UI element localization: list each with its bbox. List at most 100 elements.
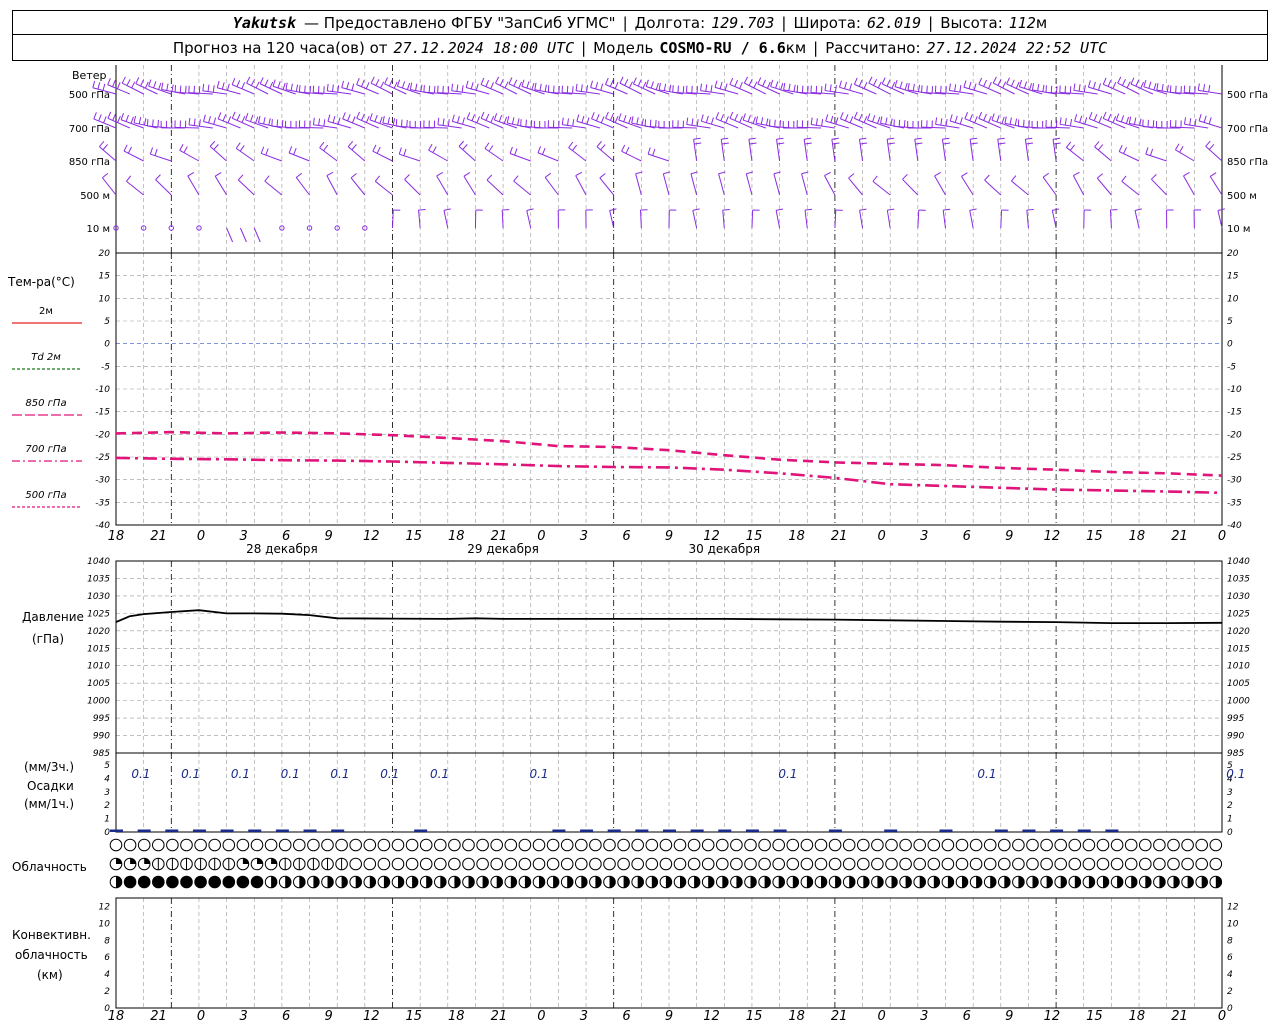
cloud-symbol xyxy=(716,857,729,871)
wind-barb-flag xyxy=(525,119,527,127)
wind-barb-flag xyxy=(372,144,377,152)
cloud-symbol xyxy=(1096,857,1110,871)
precip-value-label: 0.1 xyxy=(778,767,797,781)
time-tick-label: 21 xyxy=(1171,1009,1188,1024)
wind-barb-flag xyxy=(1053,142,1061,145)
wind-barb xyxy=(934,175,946,196)
wind-barb xyxy=(662,173,670,196)
wind-barb-flag xyxy=(624,79,629,86)
pressure-ytick-right: 1005 xyxy=(1227,679,1250,689)
wind-barb-flag xyxy=(401,81,406,89)
wind-barb-flag xyxy=(269,81,274,89)
wind-barb-flag xyxy=(722,208,730,211)
cloud-symbol xyxy=(1040,857,1053,871)
wind-barb xyxy=(261,152,283,162)
wind-barb-flag xyxy=(488,145,494,152)
precip-ylabel: Осадки xyxy=(27,779,74,793)
temp-ytick-left: -35 xyxy=(95,498,110,508)
wind-barb-flag xyxy=(1083,85,1086,93)
cloud-half-fill xyxy=(581,876,588,888)
pressure-ytick-right: 990 xyxy=(1227,732,1244,742)
time-tick-label: 18 xyxy=(1129,1009,1146,1024)
precip-value-label: 0.1 xyxy=(977,767,996,781)
pressure-ytick-left: 1015 xyxy=(87,644,110,654)
time-tick-label: 18 xyxy=(448,1009,465,1024)
cloud-symbol xyxy=(434,857,447,871)
wind-barb-flag xyxy=(959,117,963,125)
wind-barb-flag xyxy=(1197,83,1200,91)
temp-legend-label: 500 гПа xyxy=(25,490,66,501)
wind-barb xyxy=(264,180,283,196)
wind-barb-flag xyxy=(369,113,373,121)
wind-barb-flag xyxy=(337,117,341,125)
temp-ytick-right: 15 xyxy=(1227,272,1239,282)
precip-ytick-left: 5 xyxy=(104,761,110,771)
cloud-half-fill xyxy=(1088,876,1095,888)
wind-barb xyxy=(374,180,393,196)
wind-barb-flag xyxy=(237,174,244,181)
wind-barb-flag xyxy=(720,114,724,121)
cloud-half-fill xyxy=(990,876,996,888)
wind-barb xyxy=(803,139,808,162)
time-tick-label: 21 xyxy=(831,1009,848,1024)
wind-barb-flag xyxy=(719,81,723,89)
wind-barb-flag xyxy=(1128,116,1132,124)
wind-barb-flag xyxy=(969,208,977,211)
wind-barb-flag xyxy=(443,208,451,211)
cloud-symbol xyxy=(560,838,574,852)
cloud-half-fill xyxy=(1018,876,1025,888)
wind-barb-flag xyxy=(1078,84,1081,92)
wind-barb-flag xyxy=(121,76,126,84)
wind-barb xyxy=(253,227,261,243)
wind-barb-flag xyxy=(907,82,910,91)
wind-barb-flag xyxy=(374,175,381,182)
wind-barb xyxy=(319,147,338,162)
cloud-half-fill xyxy=(1074,876,1081,888)
wind-barb-flag xyxy=(166,83,169,91)
wind-barb-flag xyxy=(152,119,154,127)
pressure-yticks: 1040 1040 1035 1035 1030 1030 1025 1025 1020 1020… xyxy=(87,557,1250,759)
cloud-half-fill xyxy=(905,876,912,888)
wind-barb xyxy=(404,179,421,196)
wind-barb xyxy=(1134,210,1140,229)
wind-barb-flag xyxy=(642,81,647,89)
wind-barb-flag xyxy=(98,114,102,122)
wind-barb-flag xyxy=(393,81,398,89)
time-tick-label: 15 xyxy=(405,1009,422,1024)
precip-bar xyxy=(635,829,649,832)
wind-barb xyxy=(902,178,919,196)
cloud-symbol xyxy=(1082,857,1096,871)
precip-ytick-right: 0 xyxy=(1227,828,1233,838)
wind-barb-flag xyxy=(595,82,599,90)
precip-value-label: 0.1 xyxy=(131,767,150,781)
wind-barb-flag xyxy=(1194,118,1197,126)
wind-barb-flag xyxy=(973,83,977,91)
wind-barb-flag xyxy=(590,80,593,88)
precip-bar xyxy=(275,829,289,832)
cloud-symbol xyxy=(842,857,856,871)
wind-barb-flag xyxy=(725,116,729,124)
wind-barb-flag xyxy=(899,81,903,89)
wind-barb-flag xyxy=(992,76,997,84)
cloud-symbol xyxy=(363,857,377,871)
time-tick-label: 15 xyxy=(1086,1009,1103,1024)
pressure-ytick-left: 990 xyxy=(93,732,110,742)
wind-barb xyxy=(350,177,366,196)
wind-barb xyxy=(428,149,449,162)
wind-barb-flag xyxy=(290,83,293,91)
time-tick-label: 3 xyxy=(580,529,588,544)
wind-barb-flag xyxy=(231,78,236,85)
wind-barb-flag xyxy=(881,77,886,85)
pressure-ytick-left: 1025 xyxy=(87,609,110,619)
wind-barb-flag xyxy=(1130,77,1135,85)
wind-barb-flag xyxy=(351,83,355,91)
wind-barb-flag xyxy=(788,83,791,91)
wind-barb-flag xyxy=(433,85,436,94)
cloud-symbol xyxy=(800,857,814,871)
cloud-half-fill xyxy=(976,876,982,888)
cloud-half-fill xyxy=(553,876,559,888)
cloud-symbol xyxy=(617,838,630,852)
precip-bar xyxy=(248,829,262,832)
wind-barb-flag xyxy=(1148,81,1152,89)
wind-barb-flag xyxy=(1096,173,1103,179)
